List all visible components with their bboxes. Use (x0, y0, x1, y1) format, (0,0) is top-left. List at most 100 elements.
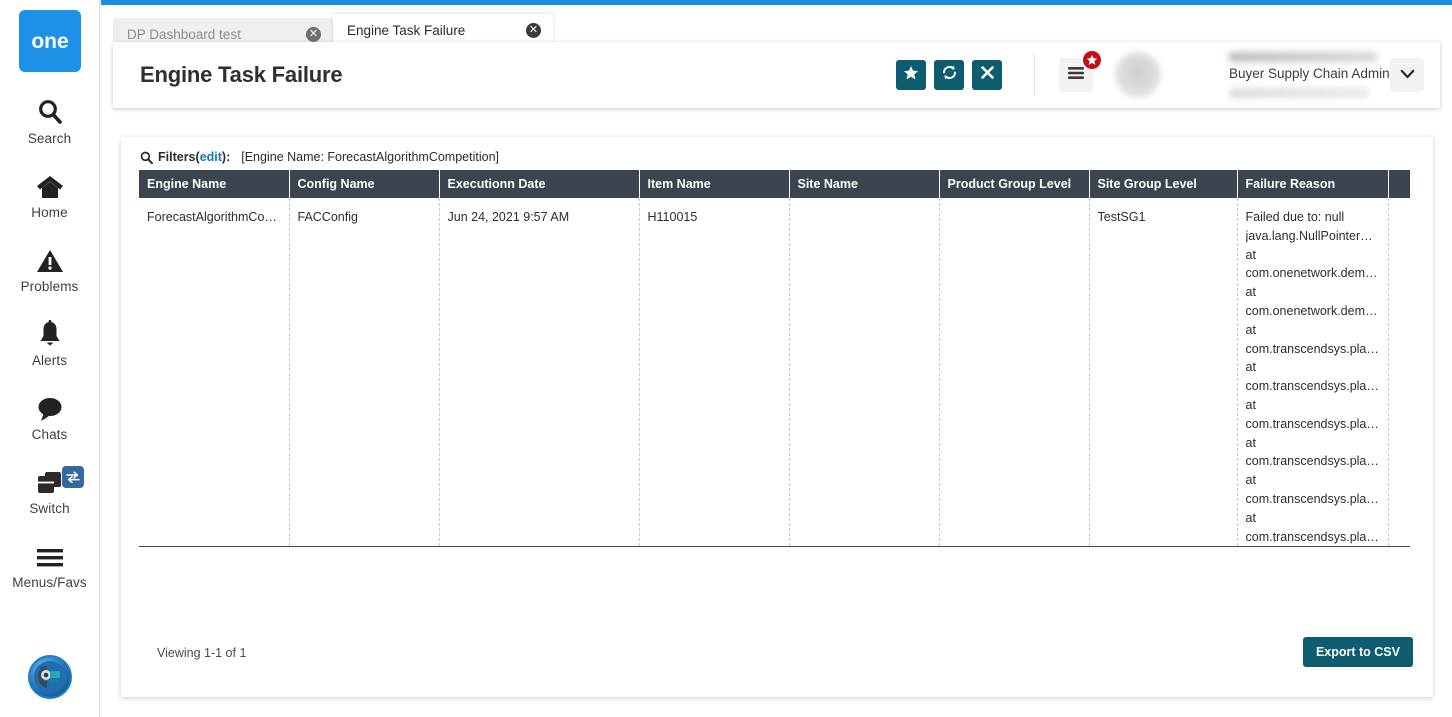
column-header-site-name[interactable]: Site Name (789, 170, 939, 198)
cell-text: ForecastAlgorithmComp... (147, 208, 281, 227)
cell-config-name: FACConfig (289, 198, 439, 547)
cell-text: Jun 24, 2021 9:57 AM (448, 208, 631, 227)
cell-text: FACConfig (298, 208, 431, 227)
column-header-failure-reason[interactable]: Failure Reason (1237, 170, 1388, 198)
results-table: Engine Name Config Name Executionn Date … (139, 170, 1410, 547)
data-grid: Engine Name Config Name Executionn Date … (139, 170, 1410, 547)
hamburger-icon (34, 538, 66, 570)
cell-site-group-level: TestSG1 (1089, 198, 1237, 547)
sidebar-item-home[interactable]: Home (0, 168, 100, 220)
search-icon (37, 94, 63, 126)
close-icon[interactable]: ✕ (526, 23, 541, 38)
tab-bar: DP Dashboard test ✕ Engine Task Failure … (101, 5, 1452, 46)
windows-switch-icon (35, 464, 65, 496)
cell-failure-reason: Failed due to: nulljava.lang.NullPointer… (1237, 198, 1388, 547)
user-name-redacted (1229, 52, 1377, 62)
sidebar-item-label: Alerts (32, 353, 67, 368)
favorite-button[interactable] (896, 60, 926, 90)
refresh-button[interactable] (934, 60, 964, 90)
tab-label: Engine Task Failure (347, 23, 512, 38)
sidebar-item-label: Problems (21, 279, 79, 294)
filters-bar: Filters (edit): [Engine Name: ForecastAl… (140, 150, 499, 164)
bell-icon (37, 316, 63, 348)
failure-reason-line: com.transcendsys.platfo... (1246, 377, 1380, 396)
failure-reason-line: at (1246, 283, 1380, 302)
column-header-config-name[interactable]: Config Name (289, 170, 439, 198)
page-header-card: Engine Task Failure (113, 42, 1440, 108)
star-icon (1086, 54, 1098, 66)
star-icon (903, 65, 919, 86)
sidebar-item-label: Search (28, 131, 71, 146)
column-header-site-group-level[interactable]: Site Group Level (1089, 170, 1237, 198)
table-row[interactable]: ForecastAlgorithmComp... FACConfig Jun 2… (139, 198, 1410, 547)
sidebar-item-menus-favs[interactable]: Menus/Favs (0, 538, 100, 590)
filters-edit-link[interactable]: edit (200, 150, 222, 164)
user-info-block[interactable]: Buyer Supply Chain Admin (1171, 50, 1386, 100)
cell-execution-date: Jun 24, 2021 9:57 AM (439, 198, 639, 547)
failure-reason-line: com.transcendsys.platfo... (1246, 340, 1380, 359)
page-title: Engine Task Failure (140, 62, 342, 88)
cell-site-name (789, 198, 939, 547)
failure-reason-line: at (1246, 434, 1380, 453)
warning-triangle-icon (36, 242, 64, 274)
cell-spacer (1388, 198, 1410, 547)
filters-label: Filters (158, 150, 196, 164)
sidebar-item-search[interactable]: Search (0, 94, 100, 146)
sidebar-item-label: Switch (29, 501, 69, 516)
column-header-item-name[interactable]: Item Name (639, 170, 789, 198)
favorites-menu-button[interactable] (1059, 58, 1093, 92)
viewing-count-label: Viewing 1-1 of 1 (157, 646, 246, 660)
avatar[interactable] (1115, 52, 1161, 98)
failure-reason-line: at (1246, 471, 1380, 490)
failure-reason-text: Failed due to: nulljava.lang.NullPointer… (1246, 208, 1380, 546)
cell-text: H110015 (648, 208, 781, 227)
home-icon (35, 168, 65, 200)
content-card: Filters (edit): [Engine Name: ForecastAl… (121, 137, 1433, 697)
sidebar-item-label: Home (31, 205, 67, 220)
filters-value: [Engine Name: ForecastAlgorithmCompetiti… (241, 150, 499, 164)
failure-reason-line: at (1246, 246, 1380, 265)
status-badge (1081, 49, 1103, 71)
failure-reason-line: com.onenetwork.deman... (1246, 302, 1380, 321)
switch-toggle-badge-icon[interactable] (62, 466, 84, 488)
chat-bubble-icon (35, 390, 65, 422)
cell-text: TestSG1 (1098, 208, 1229, 227)
failure-reason-line: at (1246, 509, 1380, 528)
close-icon[interactable]: ✕ (306, 27, 321, 42)
svg-text:one: one (31, 30, 68, 53)
header-divider (1034, 54, 1035, 96)
column-header-engine-name[interactable]: Engine Name (139, 170, 289, 198)
sidebar-item-problems[interactable]: Problems (0, 242, 100, 294)
sidebar-item-alerts[interactable]: Alerts (0, 316, 100, 368)
failure-reason-line: com.transcendsys.platfo... (1246, 452, 1380, 471)
chevron-down-icon (1400, 66, 1415, 84)
column-header-product-group-level[interactable]: Product Group Level (939, 170, 1089, 198)
failure-reason-line: at (1246, 358, 1380, 377)
failure-reason-line: at (1246, 396, 1380, 415)
export-to-csv-button[interactable]: Export to CSV (1303, 637, 1413, 667)
filters-paren-close: ): (222, 150, 230, 164)
application-window: one Search Home (0, 0, 1452, 717)
column-header-execution-date[interactable]: Executionn Date (439, 170, 639, 198)
failure-reason-line: java.lang.NullPointerExc... (1246, 227, 1380, 246)
failure-reason-line: com.onenetwork.deman... (1246, 264, 1380, 283)
user-avatar-orb[interactable] (28, 655, 72, 699)
close-button[interactable] (972, 60, 1002, 90)
sidebar-item-label: Menus/Favs (12, 575, 87, 590)
failure-reason-line: com.transcendsys.platfo... (1246, 528, 1380, 547)
failure-reason-line: com.transcendsys.platfo... (1246, 415, 1380, 434)
close-x-icon (980, 65, 995, 85)
sidebar-item-switch[interactable]: Switch (0, 464, 100, 516)
hamburger-icon (1067, 66, 1085, 85)
user-menu-button[interactable] (1390, 58, 1424, 92)
cell-item-name: H110015 (639, 198, 789, 547)
cell-engine-name: ForecastAlgorithmComp... (139, 198, 289, 547)
search-icon (140, 151, 153, 164)
one-network-logo[interactable]: one (19, 10, 81, 72)
column-header-spacer (1388, 170, 1410, 198)
sidebar-item-chats[interactable]: Chats (0, 390, 100, 442)
header-action-group: Buyer Supply Chain Admin (888, 50, 1440, 100)
tab-label: DP Dashboard test (127, 27, 292, 42)
user-role-label: Buyer Supply Chain Admin (1229, 66, 1390, 81)
cell-product-group-level (939, 198, 1089, 547)
